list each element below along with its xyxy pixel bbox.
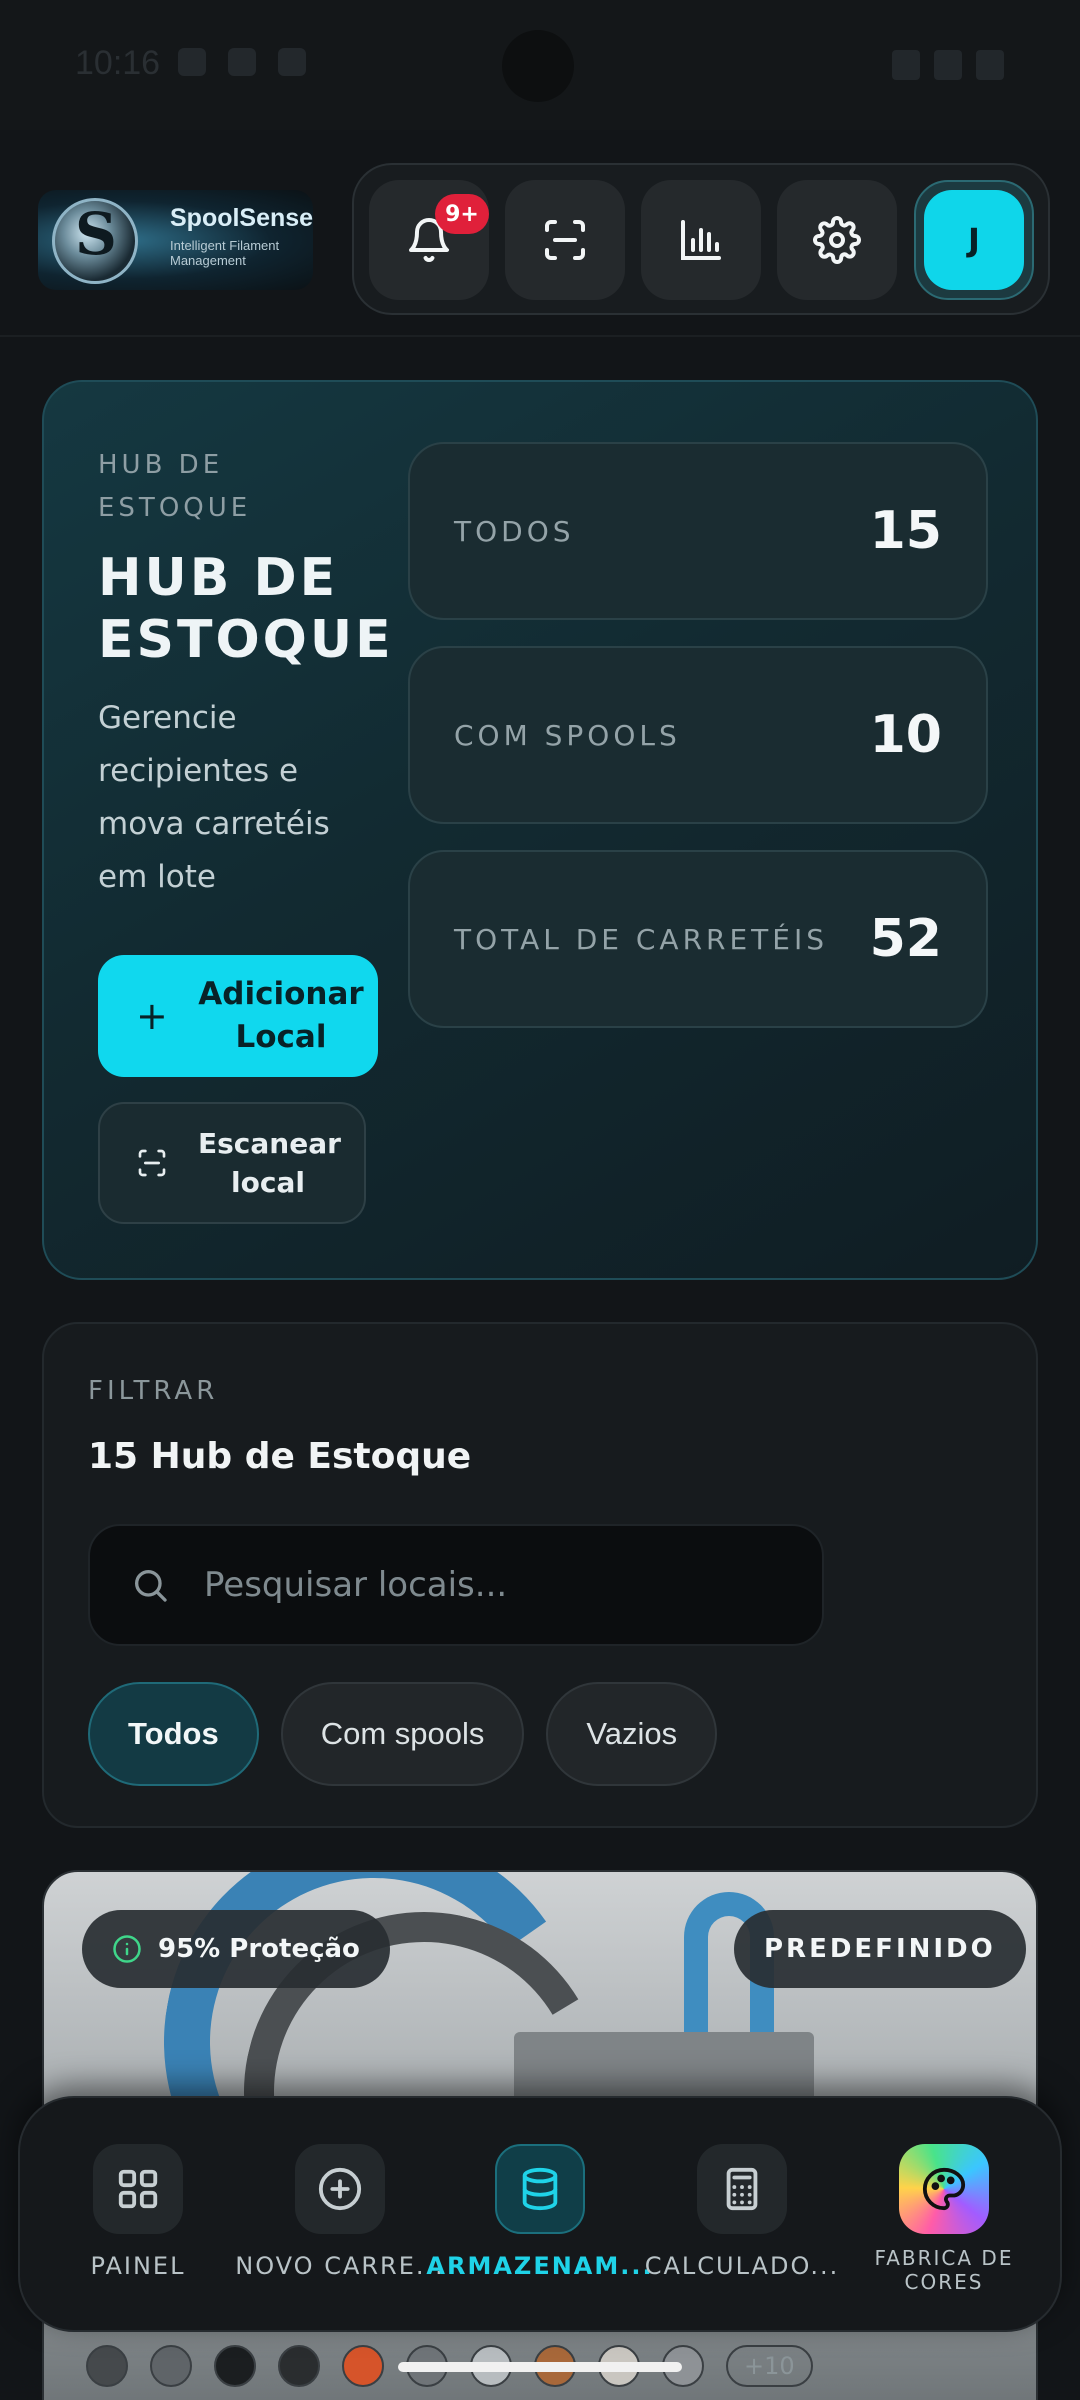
color-swatch xyxy=(150,2345,192,2387)
hub-eyebrow: HUB DE ESTOQUE xyxy=(98,450,252,523)
nav-label: FABRICA DE CORES xyxy=(874,2246,1014,2294)
add-location-label: Adicionar Local xyxy=(198,976,364,1055)
status-notification-icons xyxy=(178,48,338,82)
profile-button[interactable]: J xyxy=(914,180,1034,300)
statistics-button[interactable] xyxy=(641,180,761,300)
home-indicator[interactable] xyxy=(398,2362,682,2372)
header-divider xyxy=(0,335,1080,337)
protection-label: 95% Proteção xyxy=(158,1934,360,1964)
filter-card: FILTRAR 15 Hub de Estoque Todos Com spoo… xyxy=(42,1322,1038,1828)
stat-value: 10 xyxy=(869,705,942,765)
scan-button[interactable] xyxy=(505,180,625,300)
plus-circle-icon xyxy=(318,2167,362,2211)
preset-badge: PREDEFINIDO xyxy=(734,1910,1026,1988)
nav-item-new-spool[interactable]: NOVO CARRE... xyxy=(235,2098,443,2334)
stat-label: TODOS xyxy=(454,514,575,548)
palette-icon xyxy=(922,2167,966,2211)
stat-with-spools[interactable]: COM SPOOLS 10 xyxy=(408,646,988,824)
stock-hub-card: HUB DE ESTOQUE HUB DE ESTOQUE Gerencie r… xyxy=(42,380,1038,1280)
stat-all[interactable]: TODOS 15 xyxy=(408,442,988,620)
nav-label: ARMAZENAM... xyxy=(426,2252,654,2280)
color-swatch xyxy=(278,2345,320,2387)
search-box[interactable] xyxy=(88,1524,824,1646)
protection-badge: 95% Proteção xyxy=(82,1910,390,1988)
app-logo[interactable]: S SpoolSense Intelligent Filament Manage… xyxy=(38,190,313,290)
color-swatch xyxy=(214,2345,256,2387)
nav-item-calculator[interactable]: CALCULADO... xyxy=(642,2098,842,2334)
bar-chart-icon xyxy=(681,220,721,260)
search-input[interactable] xyxy=(204,1565,764,1605)
gear-icon xyxy=(813,216,861,264)
grid-icon xyxy=(118,2169,158,2209)
info-icon xyxy=(113,1935,141,1963)
filter-title: 15 Hub de Estoque xyxy=(88,1436,472,1477)
chip-all[interactable]: Todos xyxy=(88,1682,259,1786)
notification-badge: 9+ xyxy=(435,194,489,234)
avatar: J xyxy=(924,190,1024,290)
add-location-button[interactable]: + Adicionar Local xyxy=(98,955,378,1077)
stat-total-spools[interactable]: TOTAL DE CARRETÉIS 52 xyxy=(408,850,988,1028)
logo-emblem-letter: S xyxy=(75,200,117,268)
scan-location-label: Escanear local xyxy=(198,1127,341,1199)
plus-icon: + xyxy=(136,994,168,1038)
nav-label: CALCULADO... xyxy=(644,2252,840,2280)
camera-cutout xyxy=(502,30,574,102)
color-swatch xyxy=(86,2345,128,2387)
database-icon xyxy=(522,2167,558,2211)
search-icon xyxy=(135,1570,167,1602)
nav-item-color-factory[interactable]: FABRICA DE CORES xyxy=(844,2098,1044,2334)
stat-label: TOTAL DE CARRETÉIS xyxy=(454,922,829,956)
logo-name: SpoolSense xyxy=(170,204,313,232)
chip-with-spools[interactable]: Com spools xyxy=(280,1682,525,1786)
chip-empty[interactable]: Vazios xyxy=(546,1682,718,1786)
nav-label: NOVO CARRE... xyxy=(235,2252,445,2280)
logo-tagline: Intelligent Filament Management xyxy=(170,238,280,268)
stat-label: COM SPOOLS xyxy=(454,718,681,752)
filter-eyebrow: FILTRAR xyxy=(88,1376,219,1406)
hub-description: Gerencie recipientes e mova carretéis em… xyxy=(98,700,330,895)
status-time: 10:16 xyxy=(75,44,161,82)
nav-item-dashboard[interactable]: PAINEL xyxy=(38,2098,238,2334)
nav-label: PAINEL xyxy=(90,2252,186,2280)
page-title: HUB DE ESTOQUE xyxy=(98,548,394,670)
settings-button[interactable] xyxy=(777,180,897,300)
scan-location-button[interactable]: Escanear local xyxy=(98,1102,366,1224)
stat-value: 52 xyxy=(869,909,942,969)
header-toolbar: 9+ J xyxy=(352,163,1050,315)
scan-icon xyxy=(545,220,585,260)
nav-item-storage[interactable]: ARMAZENAM... xyxy=(426,2098,652,2334)
color-swatch xyxy=(342,2345,384,2387)
bottom-navigation: PAINEL NOVO CARRE... ARMAZENAM... CALCUL… xyxy=(18,2096,1062,2332)
more-colors-badge: +10 xyxy=(726,2345,813,2387)
filter-chips: Todos Com spools Vazios xyxy=(88,1682,718,1786)
notifications-button[interactable]: 9+ xyxy=(369,180,489,300)
status-system-icons xyxy=(892,50,1004,80)
scan-icon xyxy=(138,1149,166,1177)
stat-value: 15 xyxy=(869,501,942,561)
calculator-icon xyxy=(726,2167,758,2211)
